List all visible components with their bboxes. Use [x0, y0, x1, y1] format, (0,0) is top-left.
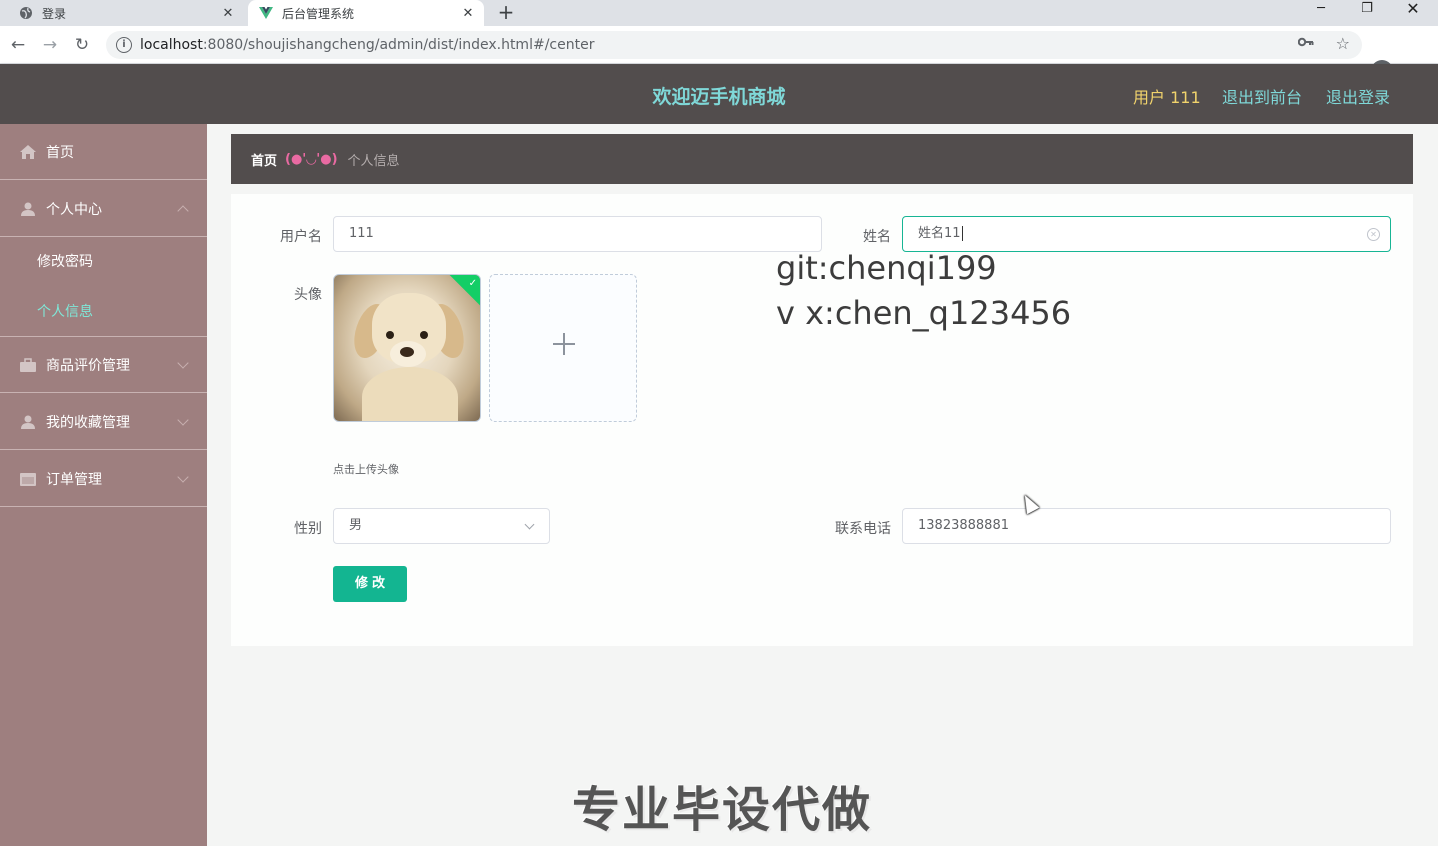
user-icon [21, 202, 35, 216]
globe-icon [18, 5, 34, 21]
text-caret [961, 226, 963, 241]
breadcrumb-home-link[interactable]: 首页 [251, 150, 277, 169]
tab-close-icon[interactable]: ✕ [458, 6, 478, 21]
upload-tip: 点击上传头像 [333, 463, 399, 476]
bookmark-star-icon[interactable]: ☆ [1336, 34, 1350, 53]
app-header: 欢迎迈手机商城 用户 111 退出到前台 退出登录 [0, 64, 1438, 124]
chevron-down-icon [177, 414, 189, 426]
tab-title: 登录 [42, 6, 67, 21]
clear-input-icon[interactable]: ✕ [1367, 228, 1380, 241]
sidebar-item-personal-center[interactable]: 个人中心 [0, 181, 207, 237]
chevron-down-icon [177, 357, 189, 369]
watermark-text: git:chenqi199 [776, 249, 997, 287]
briefcase-icon [20, 357, 36, 372]
name-label: 姓名 [863, 229, 891, 245]
new-tab-button[interactable]: + [494, 0, 518, 26]
browser-toolbar: ← → ↻ i localhost:8080/shoujishangcheng/… [0, 26, 1438, 82]
forward-arrow-icon[interactable]: → [38, 33, 62, 57]
tab-close-icon[interactable]: ✕ [218, 6, 238, 21]
sidebar-item-label: 我的收藏管理 [46, 414, 130, 431]
username-field[interactable]: 111 [333, 216, 822, 252]
submit-button[interactable]: 修改 [333, 566, 407, 602]
breadcrumb-separator: (●'◡'●) [285, 151, 338, 167]
chevron-up-icon [177, 205, 189, 217]
logout-link[interactable]: 退出登录 [1326, 84, 1390, 108]
gender-select[interactable]: 男 [333, 508, 550, 544]
url-path: :8080/shoujishangcheng/admin/dist/index.… [202, 37, 595, 53]
browser-tab-admin[interactable]: 后台管理系统 ✕ [248, 0, 484, 26]
avatar-label: 头像 [294, 287, 322, 303]
breadcrumb: 首页 (●'◡'●) 个人信息 [231, 134, 1413, 184]
username-label: 用户名 [280, 229, 322, 245]
name-field-value: 姓名11 [918, 226, 961, 241]
calendar-icon [20, 472, 36, 486]
avatar-puppy-nose [400, 347, 414, 357]
browser-tab-bar: 登录 ✕ 后台管理系统 ✕ + ─ ❐ ✕ [0, 0, 1438, 26]
phone-field[interactable]: 13823888881 [902, 508, 1391, 544]
info-icon[interactable]: i [116, 37, 132, 53]
sidebar-subitem-personal-info[interactable]: 个人信息 [0, 286, 207, 336]
window-minimize-button[interactable]: ─ [1298, 0, 1344, 22]
sidebar-item-label: 订单管理 [46, 471, 102, 488]
sidebar-subitem-change-password[interactable]: 修改密码 [0, 236, 207, 286]
chevron-down-icon [524, 519, 535, 530]
avatar-puppy-eye [386, 331, 394, 339]
sidebar-item-order-management[interactable]: 订单管理 [0, 451, 207, 507]
gender-select-value: 男 [349, 518, 363, 533]
sidebar-item-review-management[interactable]: 商品评价管理 [0, 337, 207, 393]
tab-title: 后台管理系统 [282, 6, 355, 21]
promo-banner-text: 专业毕设代做 [572, 782, 873, 838]
name-field[interactable]: 姓名11 ✕ [902, 216, 1391, 252]
home-icon [20, 144, 36, 159]
phone-label: 联系电话 [835, 521, 891, 537]
avatar-puppy-eye [420, 331, 428, 339]
sidebar-item-label: 首页 [46, 144, 74, 161]
sidebar-item-favorites-management[interactable]: 我的收藏管理 [0, 394, 207, 450]
exit-to-frontend-link[interactable]: 退出到前台 [1222, 84, 1302, 108]
address-bar[interactable]: i localhost:8080/shoujishangcheng/admin/… [106, 31, 1362, 59]
plus-icon [563, 333, 565, 355]
current-user-label: 用户 111 [1133, 88, 1201, 107]
url-host: localhost [140, 37, 203, 53]
watermark-text: v x:chen_q123456 [776, 294, 1072, 332]
sidebar-item-home[interactable]: 首页 [0, 124, 207, 180]
breadcrumb-current: 个人信息 [347, 153, 400, 169]
check-icon: ✓ [468, 278, 477, 289]
sidebar: 首页 个人中心 修改密码 个人信息 商品评价管理 我的收藏管理 订单管理 [0, 124, 207, 846]
window-restore-button[interactable]: ❐ [1344, 0, 1390, 22]
back-arrow-icon[interactable]: ← [6, 33, 30, 57]
window-close-button[interactable]: ✕ [1390, 0, 1436, 22]
user-icon [21, 415, 35, 429]
sidebar-item-label: 个人中心 [46, 201, 102, 218]
avatar-puppy-body [362, 367, 458, 421]
browser-tab-login[interactable]: 登录 ✕ [0, 0, 244, 26]
reload-icon[interactable]: ↻ [70, 33, 94, 57]
avatar-image[interactable]: ✓ [333, 274, 481, 422]
chevron-down-icon [177, 471, 189, 483]
key-icon[interactable] [1297, 35, 1314, 51]
vue-logo-icon [258, 5, 274, 21]
gender-label: 性别 [294, 521, 322, 537]
sidebar-item-label: 商品评价管理 [46, 357, 130, 374]
avatar-upload-button[interactable] [489, 274, 637, 422]
